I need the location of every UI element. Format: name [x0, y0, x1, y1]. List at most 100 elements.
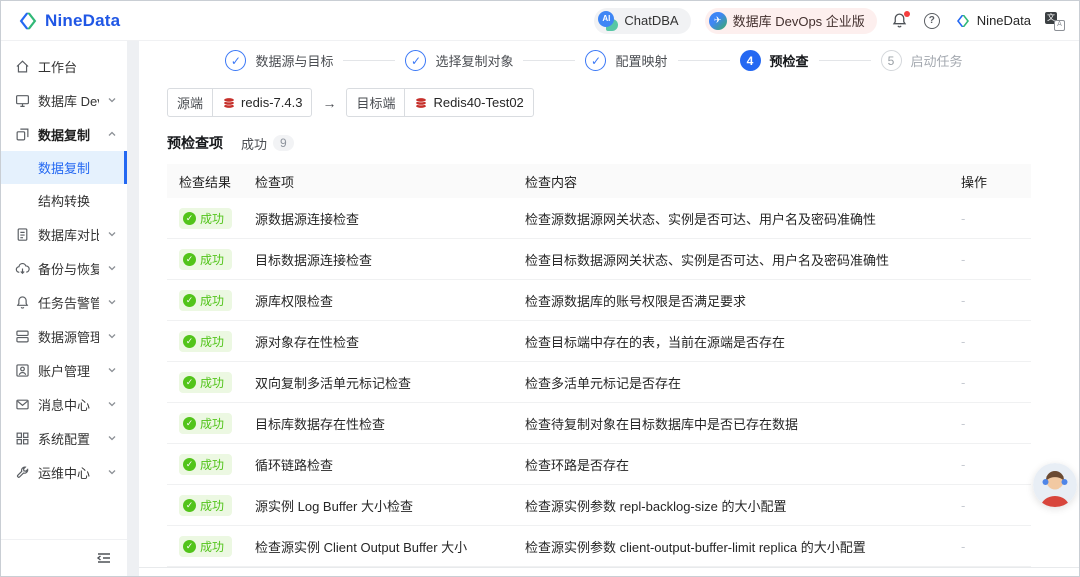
- precheck-status: 成功: [241, 134, 267, 153]
- table-row: ✓成功目标数据源连接检查检查目标数据源网关状态、实例是否可达、用户名及密码准确性…: [167, 239, 1031, 280]
- status-badge: ✓ 成功: [179, 413, 232, 434]
- sidebar-item-label: 任务告警管理: [38, 293, 99, 312]
- sidebar-item-4[interactable]: 结构转换: [1, 184, 127, 217]
- collapse-sidebar-button[interactable]: [95, 549, 113, 567]
- step-number: 4: [740, 50, 761, 71]
- sidebar-item-label: 数据复制: [38, 158, 114, 177]
- sidebar-item-5[interactable]: 数据库对比: [1, 217, 127, 251]
- success-check-icon: ✓: [183, 417, 196, 430]
- sidebar-item-label: 工作台: [38, 57, 117, 76]
- ai-icon: AI: [598, 11, 618, 31]
- target-tag: 目标端 Redis40-Test02: [346, 88, 533, 117]
- redis-icon: [222, 96, 236, 110]
- check-item-cell: 目标数据源连接检查: [255, 250, 525, 269]
- check-content-cell: 检查源数据库的账号权限是否满足要求: [525, 291, 961, 310]
- table-row: ✓成功循环链路检查检查环路是否存在-: [167, 444, 1031, 485]
- globe-icon: ✈: [709, 12, 727, 30]
- result-cell: ✓成功: [167, 536, 255, 557]
- check-item-cell: 目标库数据存在性检查: [255, 414, 525, 433]
- chevron-down-icon: [107, 297, 117, 307]
- sidebar-item-2[interactable]: 数据复制: [1, 117, 127, 151]
- account-menu[interactable]: NineData: [955, 13, 1031, 29]
- edition-label: 数据库 DevOps 企业版: [733, 11, 865, 30]
- chatdba-button[interactable]: AI ChatDBA: [594, 8, 690, 34]
- check-content-cell: 检查源实例参数 client-output-buffer-limit repli…: [525, 537, 961, 556]
- help-icon[interactable]: ?: [923, 12, 941, 30]
- account-name: NineData: [977, 13, 1031, 28]
- arrow-icon: →: [322, 95, 336, 111]
- step-connector: [819, 60, 871, 61]
- connection-info: 源端 redis-7.4.3 → 目标端 Redis40-Test02: [139, 88, 1079, 117]
- header-right: AI ChatDBA ✈ 数据库 DevOps 企业版 ? NineData 文…: [594, 8, 1065, 34]
- status-label: 成功: [200, 456, 224, 473]
- datasource-icon: [15, 329, 30, 344]
- ops-icon: [15, 465, 30, 480]
- sidebar-item-10[interactable]: 消息中心: [1, 387, 127, 421]
- sidebar-item-label: 数据库 DevOps: [38, 91, 99, 110]
- table-header-row: 检查结果 检查项 检查内容 操作: [167, 164, 1031, 198]
- check-item-cell: 源库权限检查: [255, 291, 525, 310]
- step-check-icon: ✓: [585, 50, 606, 71]
- source-tag: 源端 redis-7.4.3: [167, 88, 312, 117]
- check-item-cell: 源数据源连接检查: [255, 209, 525, 228]
- success-check-icon: ✓: [183, 335, 196, 348]
- step-1: ✓数据源与目标: [225, 50, 333, 71]
- sidebar-item-label: 数据复制: [38, 125, 99, 144]
- action-cell: -: [961, 457, 1031, 472]
- sidebar-item-11[interactable]: 系统配置: [1, 421, 127, 455]
- table-row: ✓成功目标库数据存在性检查检查待复制对象在目标数据库中是否已存在数据-: [167, 403, 1031, 444]
- notification-bell-icon[interactable]: [891, 12, 909, 30]
- chevron-down-icon: [107, 467, 117, 477]
- notification-dot: [904, 11, 910, 17]
- result-cell: ✓成功: [167, 249, 255, 270]
- success-check-icon: ✓: [183, 253, 196, 266]
- col-header-action: 操作: [961, 172, 1031, 191]
- sidebar-item-7[interactable]: 任务告警管理: [1, 285, 127, 319]
- result-cell: ✓成功: [167, 290, 255, 311]
- wizard-stepper: ✓数据源与目标✓选择复制对象✓配置映射4预检查5启动任务: [139, 50, 1079, 71]
- redis-icon: [414, 96, 428, 110]
- sidebar-item-0[interactable]: 工作台: [1, 49, 127, 83]
- sidebar-item-9[interactable]: 账户管理: [1, 353, 127, 387]
- sidebar-item-label: 结构转换: [38, 191, 117, 210]
- success-check-icon: ✓: [183, 540, 196, 553]
- status-badge: ✓ 成功: [179, 331, 232, 352]
- result-cell: ✓成功: [167, 495, 255, 516]
- alert-icon: [15, 295, 30, 310]
- result-cell: ✓成功: [167, 208, 255, 229]
- sidebar-item-3[interactable]: 数据复制: [1, 151, 127, 184]
- col-header-content: 检查内容: [525, 172, 961, 191]
- status-label: 成功: [200, 333, 224, 350]
- sidebar-item-8[interactable]: 数据源管理: [1, 319, 127, 353]
- check-item-cell: 源对象存在性检查: [255, 332, 525, 351]
- translate-icon[interactable]: 文A: [1045, 11, 1065, 31]
- status-badge: ✓成功: [179, 536, 232, 557]
- success-check-icon: ✓: [183, 294, 196, 307]
- step-label: 选择复制对象: [435, 51, 513, 70]
- chevron-down-icon: [107, 95, 117, 105]
- step-connector: [523, 60, 575, 61]
- sidebar-item-1[interactable]: 数据库 DevOps: [1, 83, 127, 117]
- step-5: 5启动任务: [881, 50, 963, 71]
- sidebar-item-label: 账户管理: [38, 361, 99, 380]
- result-cell: ✓ 成功: [167, 413, 255, 434]
- status-label: 成功: [200, 415, 224, 432]
- action-cell: -: [961, 375, 1031, 390]
- sidebar-footer: [1, 539, 127, 576]
- source-tag-label: 源端: [167, 88, 213, 117]
- success-check-icon: ✓: [183, 376, 196, 389]
- step-4: 4预检查: [740, 50, 809, 71]
- message-icon: [15, 397, 30, 412]
- table-row: ✓成功源数据源连接检查检查源数据源网关状态、实例是否可达、用户名及密码准确性-: [167, 198, 1031, 239]
- sidebar-item-label: 系统配置: [38, 429, 99, 448]
- status-badge: ✓成功: [179, 290, 232, 311]
- devops-icon: [15, 93, 30, 108]
- sidebar-divider: [127, 41, 139, 576]
- step-number: 5: [881, 50, 902, 71]
- col-header-item: 检查项: [255, 172, 525, 191]
- sidebar-item-6[interactable]: 备份与恢复: [1, 251, 127, 285]
- brand-logo[interactable]: NineData: [17, 10, 120, 32]
- support-avatar[interactable]: [1033, 463, 1077, 507]
- sidebar-item-12[interactable]: 运维中心: [1, 455, 127, 489]
- edition-badge[interactable]: ✈ 数据库 DevOps 企业版: [705, 8, 877, 34]
